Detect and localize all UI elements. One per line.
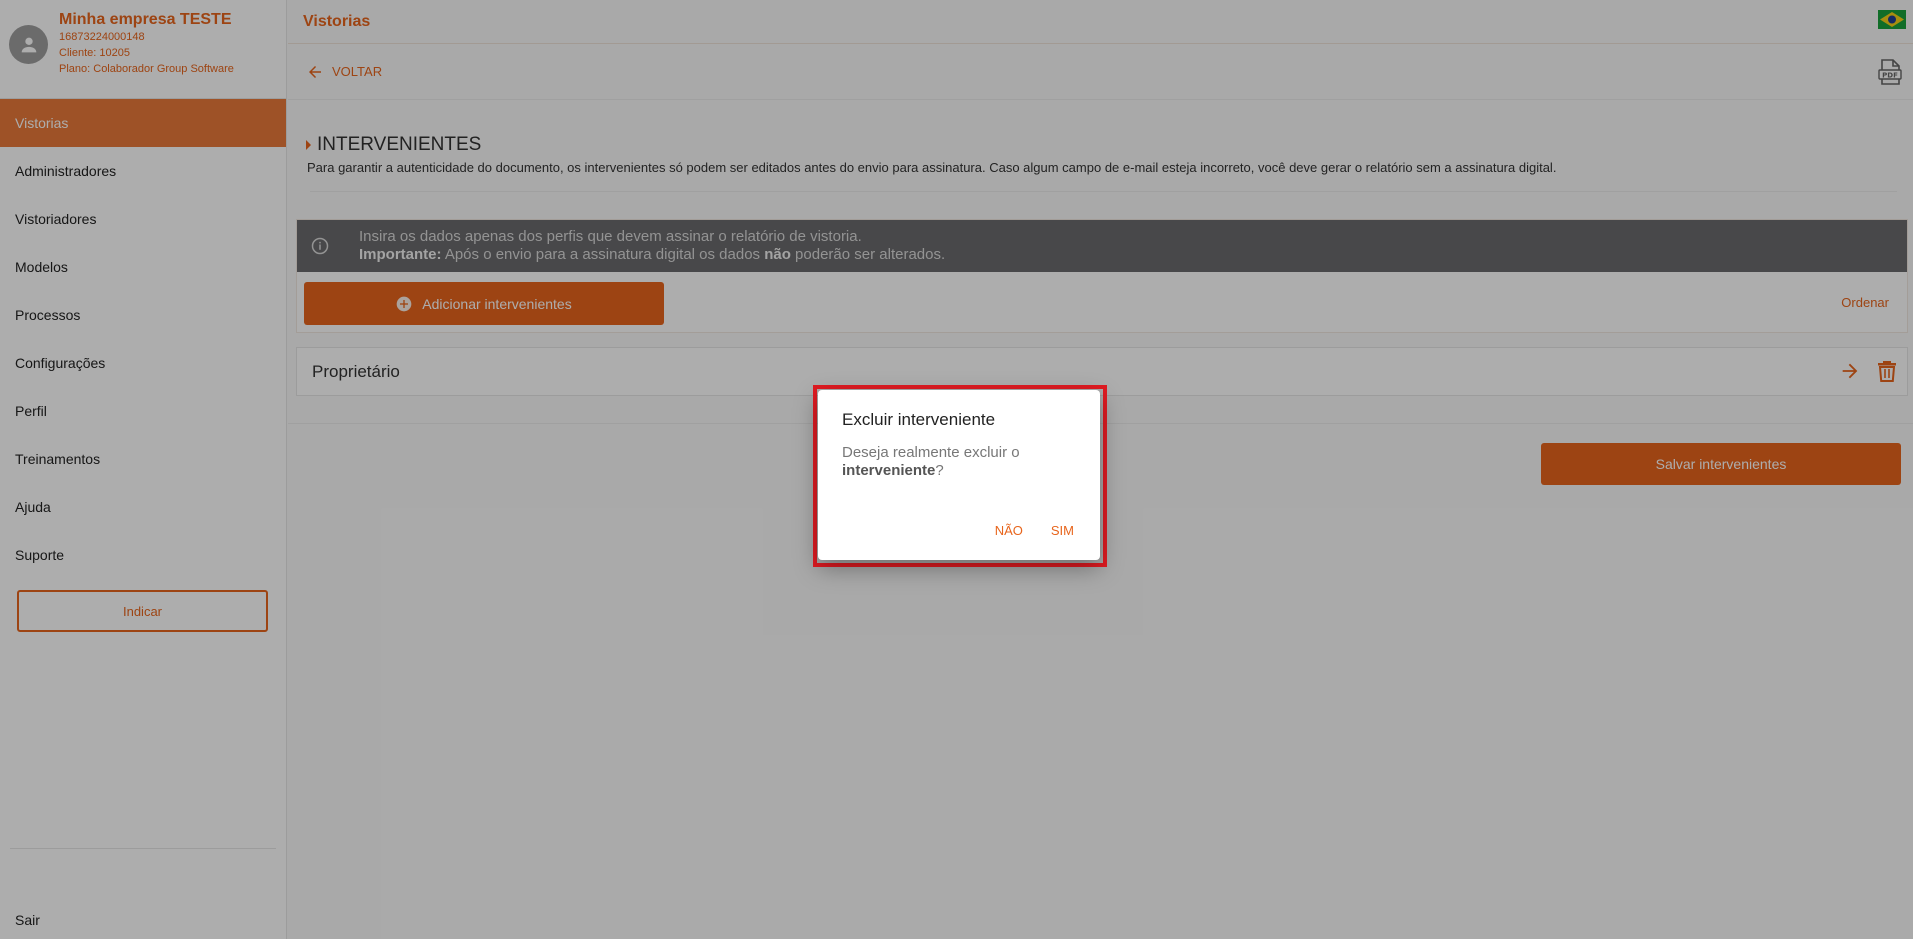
dialog-body: Deseja realmente excluir o interveniente… <box>842 444 1076 480</box>
dialog-title: Excluir interveniente <box>842 410 996 429</box>
dialog-body-bold: interveniente <box>842 462 936 479</box>
dialog-body-a: Deseja realmente excluir o <box>842 444 1020 461</box>
dialog-yes-button[interactable]: SIM <box>1051 523 1074 538</box>
dialog-no-button[interactable]: NÃO <box>995 523 1023 538</box>
dialog-body-b: ? <box>935 462 944 479</box>
delete-dialog: Excluir interveniente Deseja realmente e… <box>818 390 1100 560</box>
